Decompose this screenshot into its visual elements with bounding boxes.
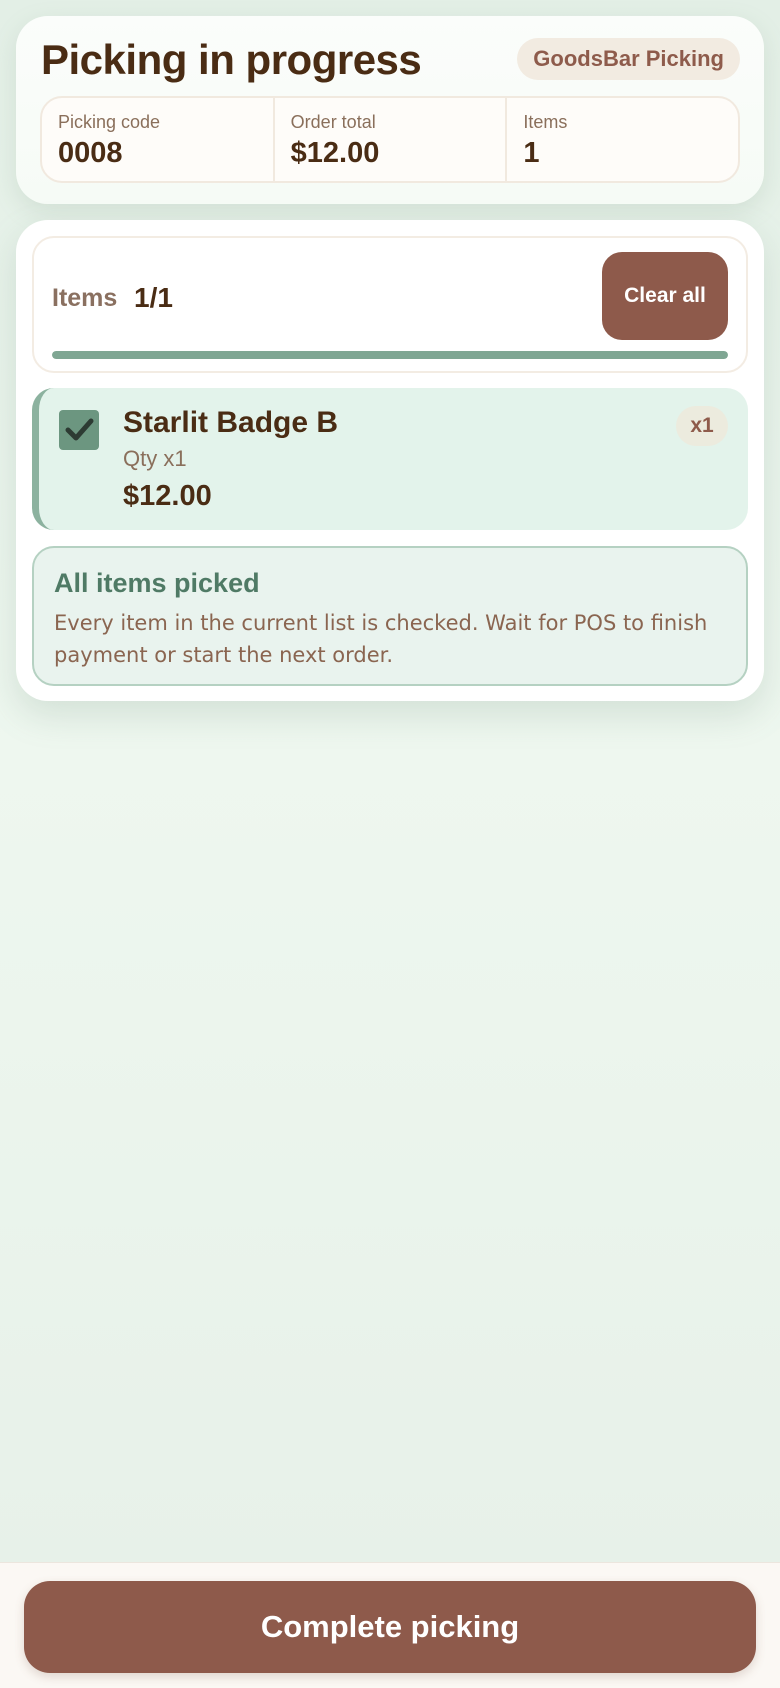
- item-checkbox[interactable]: [59, 410, 99, 450]
- item-name: Starlit Badge B: [123, 406, 339, 439]
- clear-all-button[interactable]: Clear all: [602, 252, 728, 340]
- stat-order-total: Order total $12.00: [275, 98, 508, 181]
- stat-picking-code: Picking code 0008: [42, 98, 275, 181]
- checkmark-icon: [65, 418, 94, 441]
- bottom-action-bar: Complete picking: [0, 1562, 780, 1688]
- progress-bar-fill: [52, 351, 728, 359]
- header-card: Picking in progress GoodsBar Picking Pic…: [16, 16, 764, 204]
- complete-picking-button[interactable]: Complete picking: [24, 1581, 756, 1673]
- items-progress-count: 1/1: [134, 282, 173, 313]
- item-qty: Qty x1: [123, 446, 187, 471]
- order-stats: Picking code 0008 Order total $12.00 Ite…: [40, 96, 740, 183]
- items-label: Items: [52, 284, 118, 312]
- all-picked-notice: All items picked Every item in the curre…: [32, 546, 748, 686]
- qty-badge: x1: [676, 406, 728, 446]
- stat-label: Items: [523, 112, 568, 132]
- stat-items: Items 1: [507, 98, 738, 181]
- item-price: $12.00: [123, 480, 212, 512]
- brand-badge: GoodsBar Picking: [517, 38, 740, 80]
- picking-code-value: 0008: [58, 137, 123, 169]
- picking-list-card: Items 1/1 Clear all Starlit Badge B Qty …: [16, 220, 764, 701]
- items-value: 1: [523, 137, 540, 169]
- list-item[interactable]: Starlit Badge B Qty x1 $12.00 x1: [32, 388, 748, 530]
- order-total-value: $12.00: [290, 137, 380, 169]
- notice-title: All items picked: [54, 568, 260, 598]
- page-title: Picking in progress: [41, 36, 422, 83]
- progress-panel: Items 1/1 Clear all: [32, 236, 748, 373]
- notice-text: Every item in the current list is checke…: [54, 611, 708, 667]
- stat-label: Order total: [290, 112, 376, 132]
- progress-bar: [52, 351, 728, 359]
- stat-label: Picking code: [58, 112, 161, 132]
